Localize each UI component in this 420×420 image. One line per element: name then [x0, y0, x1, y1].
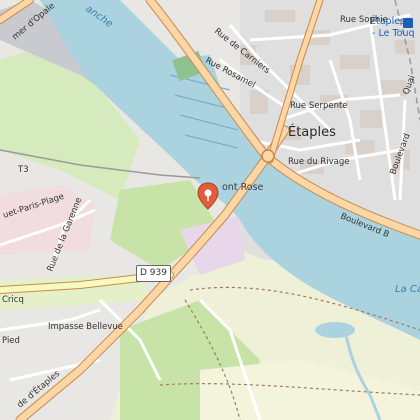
label-rue-sophie: Rue Sophie [340, 15, 388, 25]
label-la-ca: La Ca [395, 284, 420, 295]
label-t3: T3 [17, 165, 29, 175]
pond [315, 322, 355, 338]
route-shield-icon: D 939 [136, 265, 171, 282]
poi-label[interactable]: ont Rose [222, 182, 263, 193]
pin-shape [197, 182, 219, 210]
label-town: Étaples [288, 124, 336, 140]
label-cricq: Cricq [2, 295, 24, 305]
map-canvas[interactable]: mer d'Opale anche Étaples - Le Touq Rue … [0, 0, 420, 420]
label-rue-rivage: Rue du Rivage [288, 157, 349, 167]
label-pied: Pied [2, 336, 20, 346]
map-layers: mer d'Opale anche Étaples - Le Touq Rue … [0, 0, 420, 420]
roundabout [261, 149, 275, 163]
map-pin-icon[interactable] [196, 182, 220, 210]
label-rue-serpente: Rue Serpente [290, 101, 348, 111]
label-station-2: - Le Touq [372, 28, 415, 39]
label-impasse: Impasse Bellevue [48, 322, 123, 332]
